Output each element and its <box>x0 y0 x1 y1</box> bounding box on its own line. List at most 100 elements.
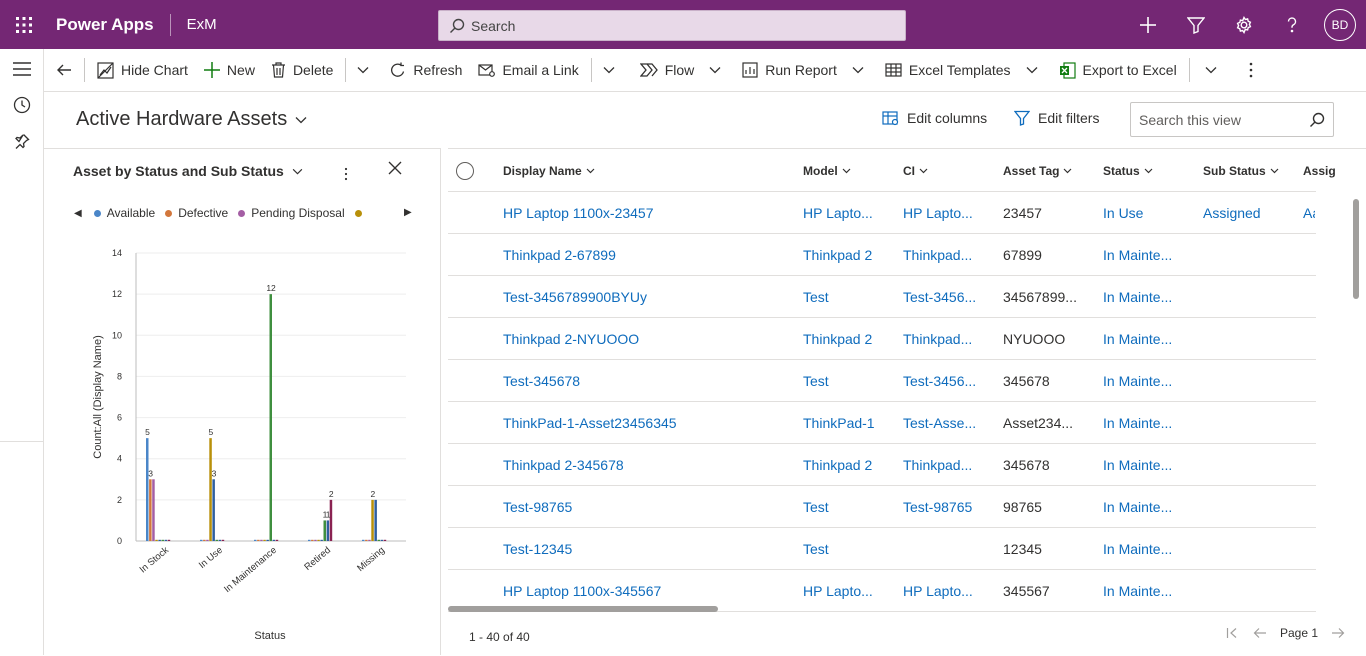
refresh-button[interactable]: Refresh <box>382 49 470 92</box>
legend-item[interactable]: Available <box>93 206 155 220</box>
table-cell[interactable]: In Mainte... <box>1103 234 1172 276</box>
table-row[interactable]: Thinkpad 2-345678 Thinkpad 2 Thinkpad... 34… <box>448 444 1316 486</box>
nav-menu-button[interactable] <box>0 51 44 87</box>
select-all-checkbox[interactable] <box>456 162 474 180</box>
table-cell[interactable]: ThinkPad-1 <box>803 402 875 444</box>
global-search-input[interactable]: Search <box>438 10 906 41</box>
table-cell[interactable]: Thinkpad 2-67899 <box>503 234 616 276</box>
table-cell[interactable]: HP Lapto... <box>803 570 873 612</box>
table-cell[interactable]: Test-98765 <box>903 486 972 528</box>
column-header[interactable]: Status <box>1103 149 1153 192</box>
table-cell[interactable]: In Mainte... <box>1103 570 1172 612</box>
table-row[interactable]: Test-12345 Test 12345 In Mainte... <box>448 528 1316 570</box>
column-header[interactable]: CI <box>903 149 928 192</box>
table-cell[interactable]: Aa <box>1303 192 1315 234</box>
first-page-button[interactable] <box>1218 627 1246 639</box>
table-cell[interactable]: Test-3456... <box>903 360 976 402</box>
table-cell[interactable]: In Mainte... <box>1103 318 1172 360</box>
table-cell[interactable]: Assigned <box>1203 192 1261 234</box>
table-cell[interactable]: Test-345678 <box>503 360 580 402</box>
app-name[interactable]: Power Apps <box>48 15 170 35</box>
column-header[interactable]: Asset Tag <box>1003 149 1072 192</box>
table-cell[interactable]: In Mainte... <box>1103 402 1172 444</box>
table-cell[interactable]: HP Lapto... <box>803 192 873 234</box>
excel-templates-dropdown-button[interactable] <box>1019 49 1045 92</box>
table-row[interactable]: Thinkpad 2-NYUOOO Thinkpad 2 Thinkpad... NY… <box>448 318 1316 360</box>
view-selector[interactable]: Active Hardware Assets <box>76 108 307 131</box>
table-row[interactable]: Test-3456789900BYUy Test Test-3456... 34567… <box>448 276 1316 318</box>
run-report-dropdown-button[interactable] <box>845 49 871 92</box>
settings-button[interactable] <box>1220 0 1268 49</box>
user-avatar[interactable]: BD <box>1324 8 1356 41</box>
help-button[interactable] <box>1268 0 1316 49</box>
legend-item[interactable] <box>354 209 368 217</box>
column-header[interactable]: Assig <box>1303 149 1336 192</box>
flow-dropdown-button[interactable] <box>702 49 728 92</box>
more-email-options-button[interactable] <box>596 49 622 92</box>
new-record-button[interactable] <box>1124 0 1172 49</box>
table-cell[interactable]: Test <box>803 528 829 570</box>
legend-item[interactable]: Pending Disposal <box>238 206 345 220</box>
table-cell[interactable]: HP Lapto... <box>903 570 973 612</box>
nav-pinned-button[interactable] <box>0 123 44 159</box>
back-button[interactable] <box>44 49 84 92</box>
table-cell[interactable]: In Mainte... <box>1103 276 1172 318</box>
environment-name[interactable]: ExM <box>171 16 217 33</box>
table-cell[interactable]: Test-3456... <box>903 276 976 318</box>
table-cell[interactable]: Thinkpad... <box>903 318 972 360</box>
run-report-button[interactable]: Run Report <box>734 49 845 92</box>
email-link-button[interactable]: Email a Link <box>470 49 586 92</box>
nav-recent-button[interactable] <box>0 87 44 123</box>
table-cell[interactable]: In Mainte... <box>1103 444 1172 486</box>
table-cell[interactable]: Thinkpad 2-NYUOOO <box>503 318 639 360</box>
table-cell[interactable]: Test-12345 <box>503 528 572 570</box>
table-cell[interactable]: Thinkpad 2-345678 <box>503 444 624 486</box>
table-cell[interactable]: Test <box>803 486 829 528</box>
table-cell[interactable]: In Mainte... <box>1103 528 1172 570</box>
table-cell[interactable]: Test <box>803 276 829 318</box>
edit-columns-button[interactable]: Edit columns <box>882 110 987 126</box>
excel-templates-button[interactable]: Excel Templates <box>877 49 1019 92</box>
table-cell[interactable]: Thinkpad... <box>903 444 972 486</box>
legend-item[interactable]: Defective <box>165 206 228 220</box>
column-header[interactable]: Sub Status <box>1203 149 1279 192</box>
app-launcher-button[interactable] <box>0 0 48 49</box>
table-row[interactable]: ThinkPad-1-Asset23456345 ThinkPad-1 Test-A… <box>448 402 1316 444</box>
table-cell[interactable]: Test-3456789900BYUy <box>503 276 647 318</box>
table-cell[interactable]: Test <box>803 360 829 402</box>
chart-more-button[interactable] <box>344 167 348 186</box>
column-header[interactable]: Model <box>803 149 851 192</box>
column-header[interactable]: Display Name <box>503 149 595 192</box>
table-cell[interactable]: Test-Asse... <box>903 402 976 444</box>
table-cell[interactable]: Test-98765 <box>503 486 572 528</box>
hide-chart-button[interactable]: Hide Chart <box>89 49 196 92</box>
table-row[interactable]: Test-345678 Test Test-3456... 345678 In Main… <box>448 360 1316 402</box>
legend-prev-icon[interactable]: ◀ <box>74 208 82 219</box>
flow-button[interactable]: Flow <box>632 49 703 92</box>
table-cell[interactable]: Thinkpad 2 <box>803 234 872 276</box>
table-row[interactable]: Thinkpad 2-67899 Thinkpad 2 Thinkpad... 678… <box>448 234 1316 276</box>
export-to-excel-button[interactable]: Export to Excel <box>1051 49 1185 92</box>
more-commands-button[interactable] <box>1238 49 1264 92</box>
new-button[interactable]: New <box>196 49 263 92</box>
table-cell[interactable]: In Mainte... <box>1103 360 1172 402</box>
previous-page-button[interactable] <box>1246 627 1274 639</box>
more-delete-options-button[interactable] <box>350 49 376 92</box>
table-cell[interactable]: Thinkpad 2 <box>803 444 872 486</box>
table-cell[interactable]: HP Laptop 1100x-23457 <box>503 192 654 234</box>
table-cell[interactable]: Thinkpad 2 <box>803 318 872 360</box>
export-dropdown-button[interactable] <box>1198 49 1224 92</box>
next-page-button[interactable] <box>1324 627 1352 639</box>
vertical-scrollbar[interactable] <box>1353 199 1359 299</box>
edit-filters-button[interactable]: Edit filters <box>1014 110 1099 126</box>
chart-selector[interactable]: Asset by Status and Sub Status <box>73 163 303 179</box>
table-cell[interactable]: In Use <box>1103 192 1143 234</box>
table-cell[interactable]: ThinkPad-1-Asset23456345 <box>503 402 677 444</box>
advanced-find-button[interactable] <box>1172 0 1220 49</box>
table-cell[interactable]: HP Lapto... <box>903 192 973 234</box>
legend-next-icon[interactable]: ▶ <box>404 207 412 218</box>
table-row[interactable]: HP Laptop 1100x-23457 HP Lapto... HP Lapto… <box>448 192 1316 234</box>
table-cell[interactable]: In Mainte... <box>1103 486 1172 528</box>
table-row[interactable]: Test-98765 Test Test-98765 98765 In Mainte..… <box>448 486 1316 528</box>
delete-button[interactable]: Delete <box>263 49 341 92</box>
